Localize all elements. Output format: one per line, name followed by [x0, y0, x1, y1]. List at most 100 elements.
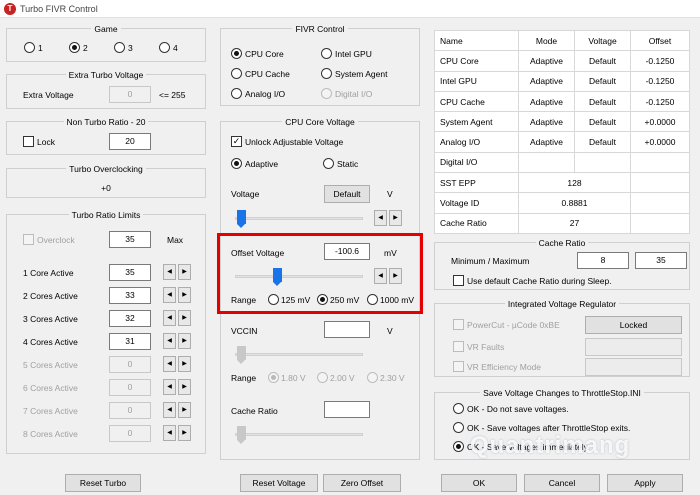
vr-faults-checkbox[interactable] [453, 341, 464, 352]
apply-button[interactable]: Apply [607, 474, 683, 492]
vccin-radio-200[interactable] [317, 372, 328, 383]
save-radio-exit[interactable] [453, 422, 464, 433]
cache-ratio-default-checkbox[interactable] [453, 275, 464, 286]
chevron-left-icon[interactable]: ◀ [163, 356, 176, 372]
watermark-text: Quantrimang [470, 432, 631, 459]
chevron-right-icon[interactable]: ▶ [389, 210, 402, 226]
non-turbo-ratio-input[interactable]: 20 [109, 133, 151, 150]
chevron-left-icon[interactable]: ◀ [163, 379, 176, 395]
voltage-slider-track[interactable] [235, 217, 363, 220]
core-1-spinner[interactable]: ◀ ▶ [163, 264, 191, 280]
chevron-right-icon[interactable]: ▶ [178, 356, 191, 372]
core-6-input[interactable]: 0 [109, 379, 151, 396]
lock-checkbox[interactable] [23, 136, 34, 147]
table-row: System Agent Adaptive Default +0.0000 [434, 111, 690, 133]
chevron-left-icon[interactable]: ◀ [374, 210, 387, 226]
game-radio-1[interactable] [24, 42, 35, 53]
powercut-checkbox[interactable] [453, 319, 464, 330]
fivr-radio-cpu-core[interactable] [231, 48, 242, 59]
extra-voltage-input[interactable]: 0 [109, 86, 151, 103]
chevron-left-icon[interactable]: ◀ [163, 264, 176, 280]
extra-turbo-group: Extra Turbo Voltage Extra Voltage 0 <= 2… [6, 70, 206, 109]
reset-turbo-button[interactable]: Reset Turbo [65, 474, 141, 492]
core-7-input[interactable]: 0 [109, 402, 151, 419]
vccin-slider-thumb[interactable] [237, 346, 246, 364]
game-radio-4[interactable] [159, 42, 170, 53]
ok-button[interactable]: OK [441, 474, 517, 492]
chevron-left-icon[interactable]: ◀ [163, 402, 176, 418]
game-radio-3[interactable] [114, 42, 125, 53]
fivr-radio-digital-io[interactable] [321, 88, 332, 99]
save-radio-no[interactable] [453, 403, 464, 414]
vr-efficiency-button[interactable] [585, 358, 682, 376]
chevron-right-icon[interactable]: ▶ [178, 379, 191, 395]
powercut-locked-button[interactable]: Locked [585, 316, 682, 334]
cache-ratio-default-label: Use default Cache Ratio during Sleep. [467, 276, 612, 286]
zero-offset-button[interactable]: Zero Offset [323, 474, 401, 492]
chevron-right-icon[interactable]: ▶ [178, 310, 191, 326]
fivr-radio-intel-gpu[interactable] [321, 48, 332, 59]
table-cell [518, 151, 575, 174]
chevron-right-icon[interactable]: ▶ [178, 402, 191, 418]
voltage-default-button[interactable]: Default [324, 185, 370, 203]
voltage-spinner[interactable]: ◀ ▶ [374, 210, 402, 226]
overclock-checkbox[interactable] [23, 234, 34, 245]
core-8-spinner[interactable]: ◀ ▶ [163, 425, 191, 441]
chevron-right-icon[interactable]: ▶ [178, 287, 191, 303]
cache-ratio-min-input[interactable]: 8 [577, 252, 629, 269]
cancel-button[interactable]: Cancel [524, 474, 600, 492]
chevron-right-icon[interactable]: ▶ [178, 425, 191, 441]
powercut-label: PowerCut - µCode 0xBE [467, 320, 560, 330]
fivr-control-group: FIVR Control CPU Core Intel GPU CPU Cach… [220, 24, 420, 106]
fivr-radio-system-agent[interactable] [321, 68, 332, 79]
save-radio-immediate[interactable] [453, 441, 464, 452]
table-cell: Voltage ID [434, 192, 519, 214]
static-radio[interactable] [323, 158, 334, 169]
core-1-input[interactable]: 35 [109, 264, 151, 281]
cache-ratio-max-input[interactable]: 35 [635, 252, 687, 269]
table-cell [574, 151, 631, 174]
fivr-radio-cpu-cache[interactable] [231, 68, 242, 79]
table-header-name: Name [434, 29, 519, 52]
vr-faults-button[interactable] [585, 338, 682, 356]
vr-efficiency-checkbox[interactable] [453, 361, 464, 372]
core-7-spinner[interactable]: ◀ ▶ [163, 402, 191, 418]
core-4-input[interactable]: 31 [109, 333, 151, 350]
core-5-spinner[interactable]: ◀ ▶ [163, 356, 191, 372]
core-5-input[interactable]: 0 [109, 356, 151, 373]
game-radio-2[interactable] [69, 42, 80, 53]
core-3-spinner[interactable]: ◀ ▶ [163, 310, 191, 326]
save-label-no: OK - Do not save voltages. [467, 404, 569, 414]
cache-ratio-title: Cache Ratio [535, 238, 589, 248]
overclock-input[interactable]: 35 [109, 231, 151, 248]
chevron-left-icon[interactable]: ◀ [163, 425, 176, 441]
chevron-right-icon[interactable]: ▶ [178, 333, 191, 349]
vccin-slider-track[interactable] [235, 353, 363, 356]
table-row: CPU Cache Adaptive Default -0.1250 [434, 90, 690, 113]
cache-ratio-slider-input[interactable] [324, 401, 370, 418]
fivr-radio-analog-io[interactable] [231, 88, 242, 99]
core-2-spinner[interactable]: ◀ ▶ [163, 287, 191, 303]
chevron-left-icon[interactable]: ◀ [163, 287, 176, 303]
chevron-left-icon[interactable]: ◀ [163, 333, 176, 349]
table-cell: Default [574, 50, 631, 72]
vccin-radio-230[interactable] [367, 372, 378, 383]
cache-ratio-slider-thumb[interactable] [237, 426, 246, 444]
voltage-slider-thumb[interactable] [237, 210, 246, 228]
vccin-input[interactable] [324, 321, 370, 338]
core-4-spinner[interactable]: ◀ ▶ [163, 333, 191, 349]
core-6-spinner[interactable]: ◀ ▶ [163, 379, 191, 395]
core-2-input[interactable]: 33 [109, 287, 151, 304]
chevron-right-icon[interactable]: ▶ [178, 264, 191, 280]
vccin-radio-180[interactable] [268, 372, 279, 383]
core-3-input[interactable]: 32 [109, 310, 151, 327]
window-title: Turbo FIVR Control [20, 4, 98, 14]
chevron-left-icon[interactable]: ◀ [163, 310, 176, 326]
adaptive-radio[interactable] [231, 158, 242, 169]
save-voltage-title: Save Voltage Changes to ThrottleStop.INI [480, 388, 644, 398]
table-cell: -0.1250 [630, 50, 690, 72]
reset-voltage-button[interactable]: Reset Voltage [240, 474, 318, 492]
unlock-voltage-checkbox[interactable]: ✓ [231, 136, 242, 147]
cache-ratio-slider-track[interactable] [235, 433, 363, 436]
core-8-input[interactable]: 0 [109, 425, 151, 442]
